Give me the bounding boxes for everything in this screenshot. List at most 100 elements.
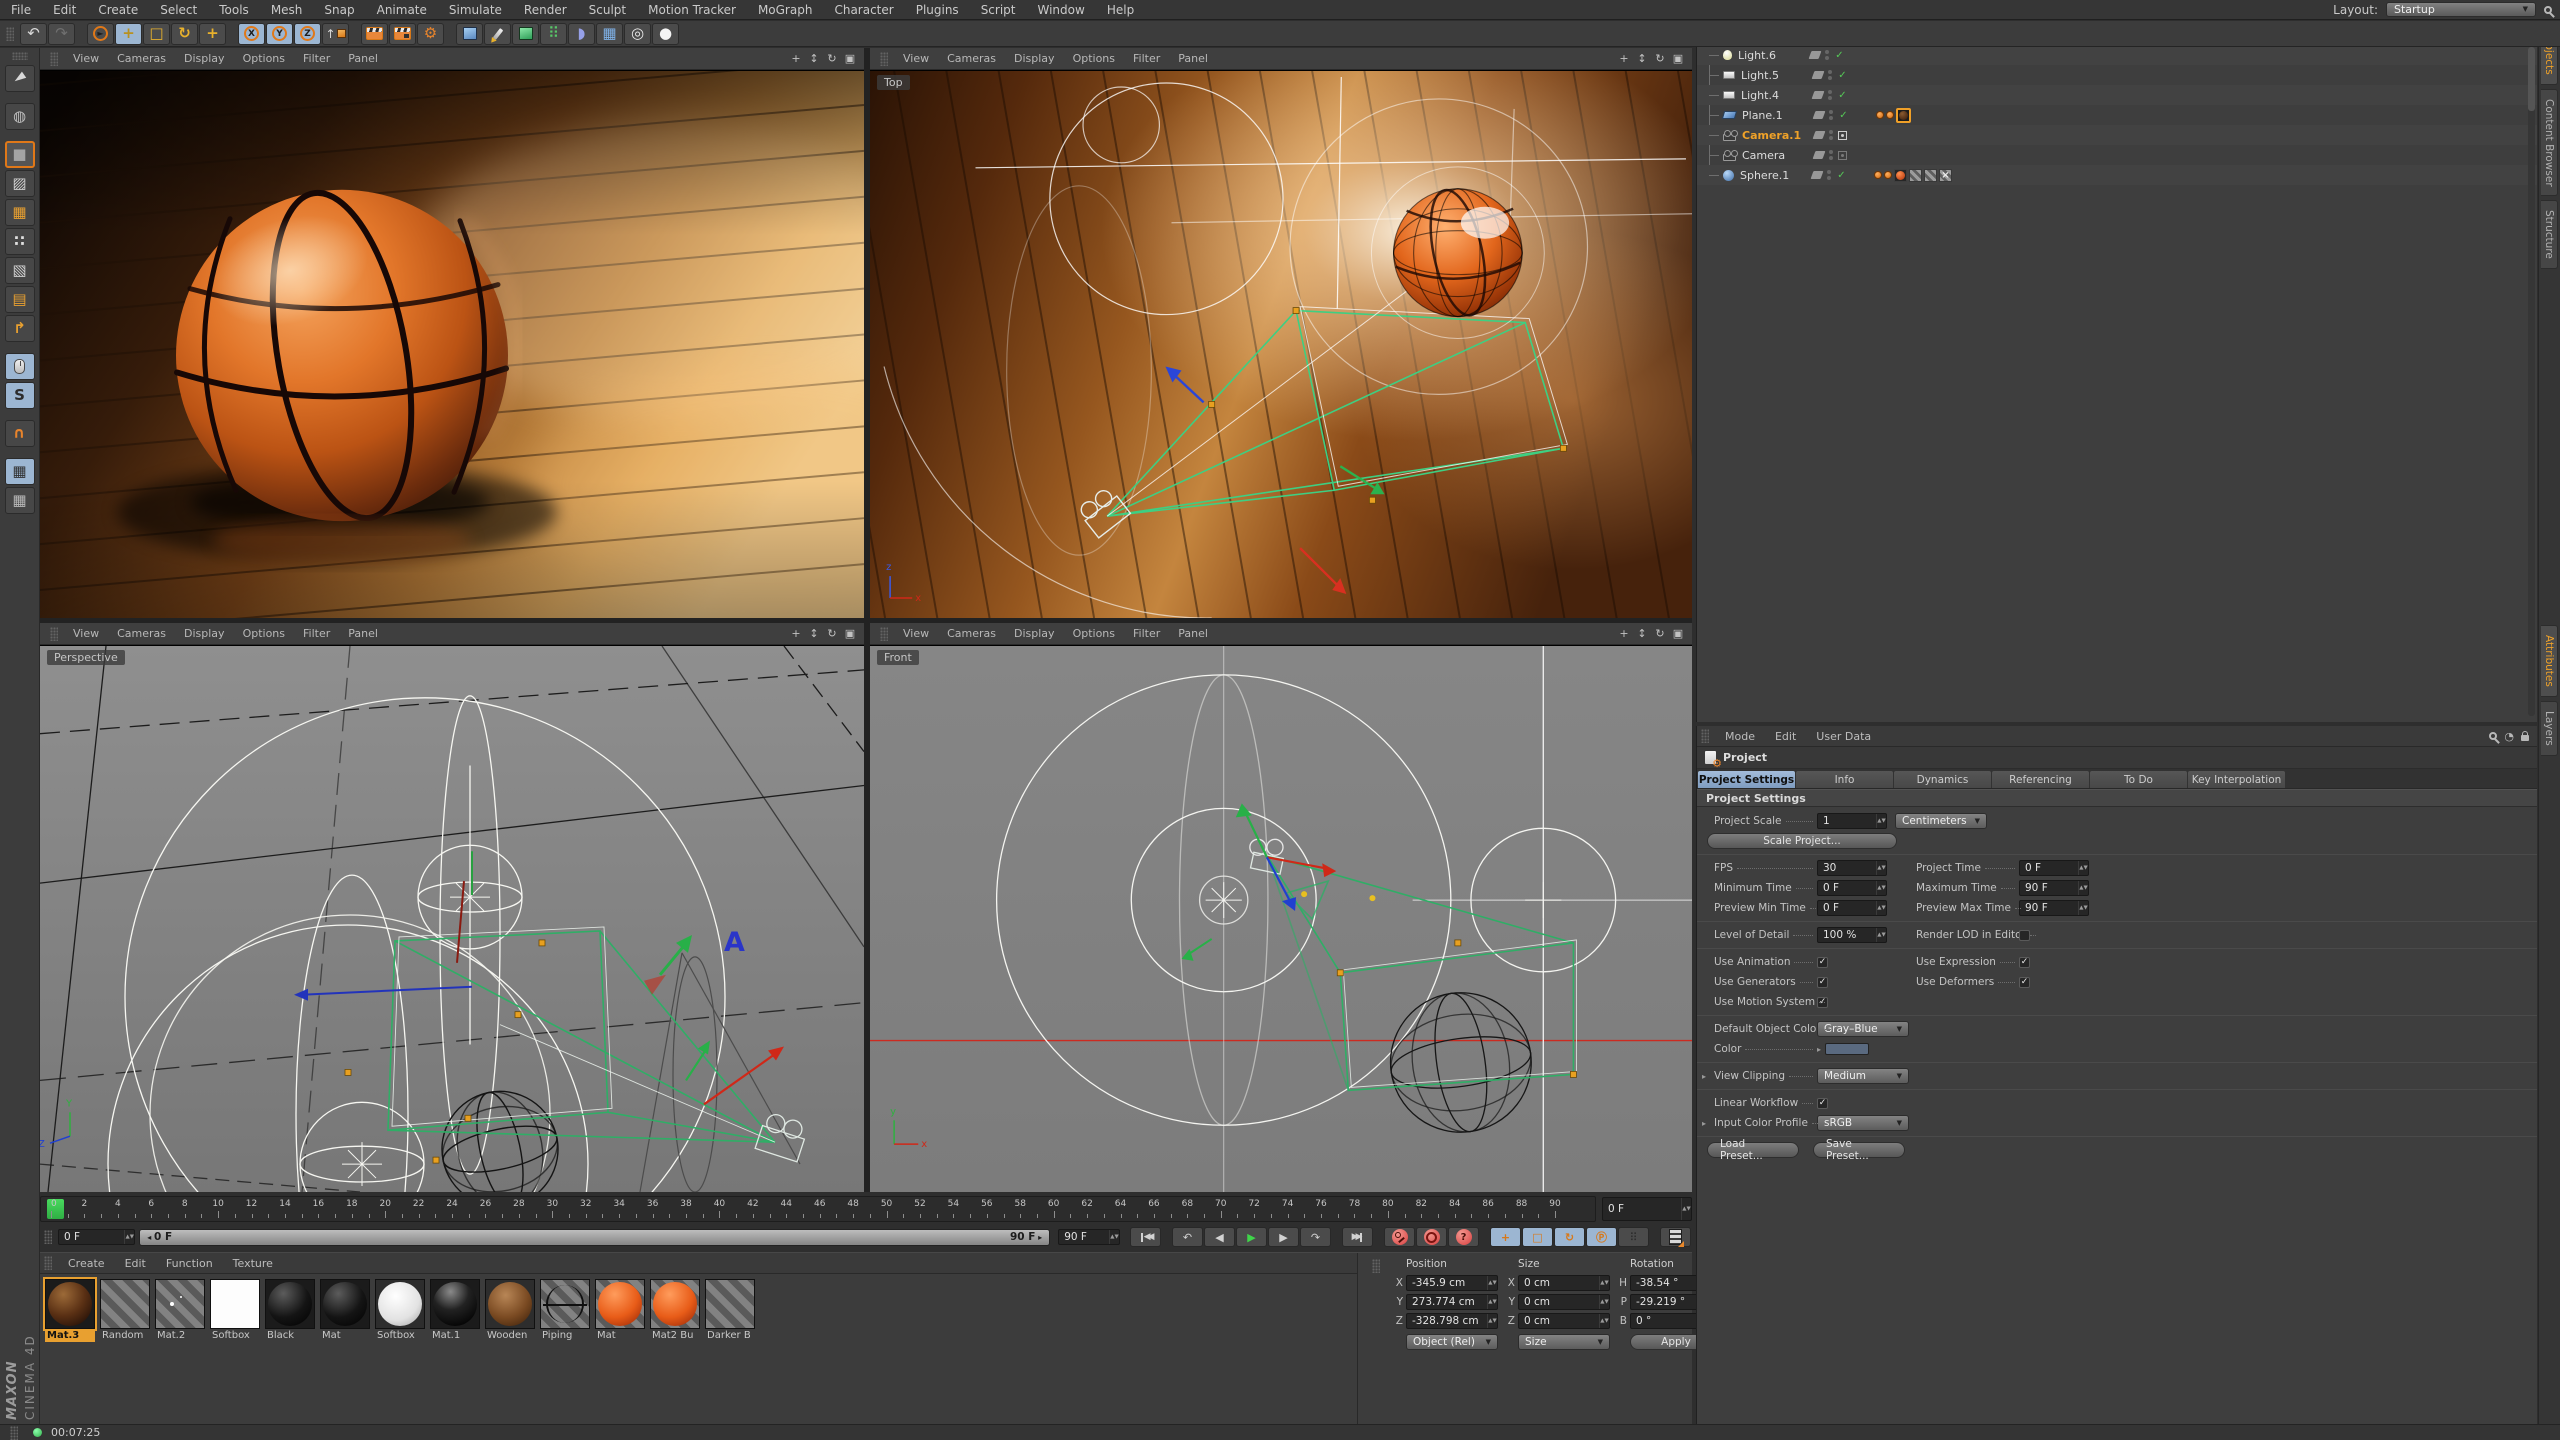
edit-render-settings-icon[interactable]: ⚙ xyxy=(417,22,444,45)
material-menu-texture[interactable]: Texture xyxy=(223,1257,283,1270)
visibility-dots-icon[interactable] xyxy=(1828,90,1832,100)
dot-tag-icon[interactable] xyxy=(1886,111,1894,119)
object-row-plane-1[interactable]: Plane.1 ✓ xyxy=(1697,105,2537,125)
save-preset-button[interactable]: Save Preset... xyxy=(1813,1138,1905,1162)
stepper-arrows-icon[interactable]: ▲▼ xyxy=(1599,1314,1609,1328)
next-key-button[interactable]: ↷ xyxy=(1300,1227,1331,1247)
zoom-view-icon[interactable]: ↕ xyxy=(806,52,822,65)
render-lod-in-editor-checkbox[interactable] xyxy=(2019,929,2030,941)
project-scale-field[interactable]: 1 ▲▼ xyxy=(1817,813,1887,829)
material-swatch-icon[interactable] xyxy=(540,1279,590,1329)
object-toggles[interactable]: ✓ xyxy=(1812,110,1866,121)
keyframe-rotation-button[interactable]: ↻ xyxy=(1554,1227,1585,1247)
viewport-menu-options[interactable]: Options xyxy=(234,627,294,640)
material-swatch-icon[interactable] xyxy=(210,1279,260,1329)
object-row-sphere-1[interactable]: Sphere.1 ✓ xyxy=(1697,165,2537,185)
layer-chip-icon[interactable] xyxy=(1812,151,1826,159)
material-menu-function[interactable]: Function xyxy=(156,1257,223,1270)
coordinate-manager-grip[interactable] xyxy=(1372,1259,1380,1273)
layer-chip-icon[interactable] xyxy=(1808,51,1822,59)
object-toggles[interactable]: ✓ xyxy=(1811,70,1865,81)
viewport-menu-filter[interactable]: Filter xyxy=(294,52,339,65)
stepper-arrows-icon[interactable]: ▲▼ xyxy=(1876,901,1886,915)
viewport1-canvas[interactable] xyxy=(40,71,864,618)
attribute-menu-user-data[interactable]: User Data xyxy=(1806,730,1881,743)
play-forwards-button[interactable]: ▶ xyxy=(1236,1227,1267,1247)
viewport-menu-display[interactable]: Display xyxy=(175,52,234,65)
material-swatch-icon[interactable] xyxy=(320,1279,370,1329)
attribute-menu-mode[interactable]: Mode xyxy=(1715,730,1765,743)
size-x-field[interactable]: 0 cm ▲▼ xyxy=(1518,1275,1610,1291)
menubar-item-render[interactable]: Render xyxy=(513,3,578,17)
load-preset-button[interactable]: Load Preset... xyxy=(1707,1138,1799,1162)
viewport-menu-view[interactable]: View xyxy=(894,52,938,65)
stepper-arrows-icon[interactable]: ▲▼ xyxy=(1487,1295,1497,1309)
object-row-camera[interactable]: Camera xyxy=(1697,145,2537,165)
material-menu-edit[interactable]: Edit xyxy=(115,1257,156,1270)
add-light-icon[interactable]: ● xyxy=(652,22,679,45)
rotate-view-icon[interactable]: ↻ xyxy=(824,52,840,65)
lock-y-axis-icon[interactable]: Y xyxy=(266,22,293,45)
menubar-item-animate[interactable]: Animate xyxy=(366,3,438,17)
solo-mode-icon[interactable]: S xyxy=(4,382,35,409)
menubar-item-edit[interactable]: Edit xyxy=(42,3,87,17)
material-menu-create[interactable]: Create xyxy=(58,1257,115,1270)
stepper-arrows-icon[interactable]: ▲▼ xyxy=(2078,901,2088,915)
stepper-arrows-icon[interactable]: ▲▼ xyxy=(1876,861,1886,875)
enabled-check-icon[interactable]: ✓ xyxy=(1834,50,1845,61)
viewport-menu-display[interactable]: Display xyxy=(1005,52,1064,65)
viewport-menu-cameras[interactable]: Cameras xyxy=(108,52,175,65)
viewport-menu-cameras[interactable]: Cameras xyxy=(108,627,175,640)
viewport-menu-view[interactable]: View xyxy=(64,627,108,640)
undo-icon[interactable]: ↶ xyxy=(20,22,47,45)
points-mode-icon[interactable]: ∷ xyxy=(4,228,35,255)
position-y-field[interactable]: 273.774 cm ▲▼ xyxy=(1406,1294,1498,1310)
pan-view-icon[interactable]: + xyxy=(1616,627,1632,640)
menubar-item-file[interactable]: File xyxy=(0,3,42,17)
object-toggles[interactable] xyxy=(1812,130,1866,140)
viewport4-grip[interactable] xyxy=(880,626,888,641)
render-to-picture-viewer-icon[interactable] xyxy=(389,22,416,45)
material-mat[interactable]: Mat xyxy=(320,1279,372,1342)
use-deformers-checkbox[interactable] xyxy=(2019,976,2030,988)
keyframe-position-button[interactable]: + xyxy=(1490,1227,1521,1247)
material-swatch-icon[interactable] xyxy=(43,1277,97,1331)
planar-workplane-icon[interactable]: ▦ xyxy=(4,487,35,514)
attribute-menu-edit[interactable]: Edit xyxy=(1765,730,1806,743)
rotate-view-icon[interactable]: ↻ xyxy=(1652,627,1668,640)
viewport-menu-cameras[interactable]: Cameras xyxy=(938,627,1005,640)
viewport1-grip[interactable] xyxy=(50,51,58,66)
tab-key-interpolation[interactable]: Key Interpolation xyxy=(2188,771,2285,788)
menubar-item-mograph[interactable]: MoGraph xyxy=(747,3,824,17)
pan-view-icon[interactable]: + xyxy=(788,627,804,640)
maximize-view-icon[interactable]: ▣ xyxy=(842,627,858,640)
add-deformer-icon[interactable]: ◗ xyxy=(568,22,595,45)
menubar-item-mesh[interactable]: Mesh xyxy=(260,3,314,17)
camera-active-icon[interactable] xyxy=(1838,150,1847,160)
record-options-button[interactable]: ? xyxy=(1448,1227,1479,1247)
search-icon[interactable] xyxy=(2544,5,2552,14)
scale-project-button[interactable]: Scale Project... xyxy=(1707,833,1897,849)
side-tab-structure[interactable]: Structure xyxy=(2541,200,2558,270)
menubar-item-create[interactable]: Create xyxy=(87,3,149,17)
object-manager-scrollbar[interactable] xyxy=(2528,47,2535,716)
material-swatch-icon[interactable] xyxy=(265,1279,315,1329)
view-clipping-dropdown[interactable]: Medium ▼ xyxy=(1817,1068,1909,1084)
record-active-objects-button[interactable] xyxy=(1384,1227,1415,1247)
select-pointer-icon[interactable]: ► xyxy=(4,65,35,92)
toolbar-grip[interactable] xyxy=(6,26,14,41)
scrub-row-grip[interactable] xyxy=(44,1230,52,1244)
visibility-dots-icon[interactable] xyxy=(1828,70,1832,80)
viewport-menu-options[interactable]: Options xyxy=(1064,627,1124,640)
texture-mode-icon[interactable]: ▨ xyxy=(4,170,35,197)
stripe-x-tag-icon[interactable] xyxy=(1939,168,1952,182)
visibility-dots-icon[interactable] xyxy=(1827,170,1831,180)
enabled-check-icon[interactable]: ✓ xyxy=(1838,110,1849,121)
object-row-light-6[interactable]: Light.6 ✓ xyxy=(1697,45,2537,65)
redo-icon[interactable]: ↷ xyxy=(48,22,75,45)
material-swatch-icon[interactable] xyxy=(705,1279,755,1329)
viewport-navigation-icon[interactable] xyxy=(4,353,35,380)
select-tool-icon[interactable]: ► xyxy=(87,22,114,45)
maximum-time-field[interactable]: 90 F ▲▼ xyxy=(2019,880,2089,896)
position-z-field[interactable]: -328.798 cm ▲▼ xyxy=(1406,1313,1498,1329)
